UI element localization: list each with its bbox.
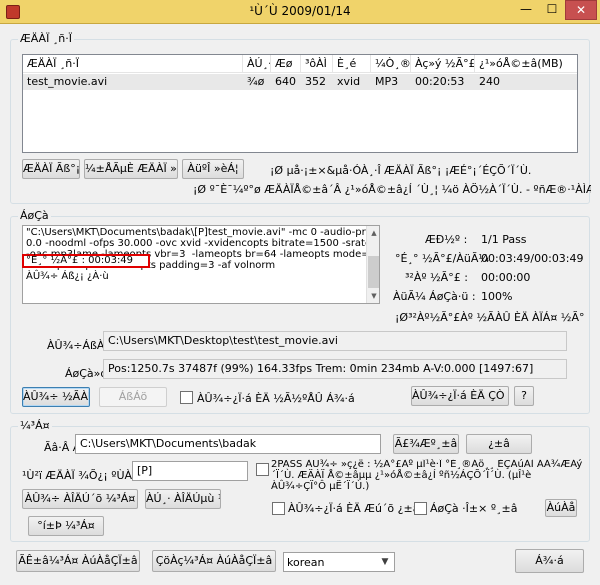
remove-selected-button[interactable]: ¼±ÅÃµÈ ÆÄÀÏ »èÁ¦ [84, 159, 178, 179]
window-title: ¹Ù´Ù 2009/01/14 [249, 4, 351, 18]
total-progress-value: 100% [481, 290, 513, 303]
col-audio[interactable]: ¼Ò¸® [371, 55, 411, 73]
progress-group-title: ÁøÇà [18, 209, 51, 222]
subtitle-encoding-button[interactable]: ÀÚ¸· ÀÎÄÚµù ¼³Á¤ [145, 489, 221, 509]
col-video[interactable]: È­¸é [333, 55, 371, 73]
elapsed-time-line: °É¸° ½Ã°£ : 00:03:49 [22, 254, 150, 268]
browse-button[interactable]: Ã£¾Æº¸±â [393, 434, 459, 454]
output-folder-field[interactable]: C:\Users\MKT\Documents\badak [75, 434, 381, 454]
col-width[interactable]: Æø [271, 55, 301, 73]
maximize-icon[interactable]: ☐ [539, 0, 565, 20]
shutdown-checkbox[interactable] [180, 391, 193, 404]
col-height[interactable]: ³ôÀÌ [301, 55, 333, 73]
elapsed-total-label: °É¸° ½Ã°£/ÀüÃ¼ [395, 252, 490, 265]
clear-all-button[interactable]: ÀüºÎ »èÁ¦ [182, 159, 244, 179]
file-list[interactable]: ÆÄÀÏ ¸ñ·Ï ÀÚ¸· Æø ³ôÀÌ È­¸é ¼Ò¸® Àç»ý ½Ã… [22, 54, 578, 153]
scroll-thumb[interactable] [368, 256, 379, 288]
drag-drop-hint: ¡Ø µå·¡±×&µå·ÓÀ¸·Î ÆÄÀÏ Ãß°¡ ¡ÆÉ°¡´ÉÇÕ´Ï… [270, 164, 532, 177]
size-estimate-hint: ¡Ø º¯È¯¼º°ø ÆÄÀÏÅ©±â´Â ¿¹»óÅ©±â¿Í ´Ù¸¦ ¼… [193, 183, 591, 196]
view-log-checkbox[interactable] [414, 502, 427, 515]
close-icon[interactable]: ✕ [565, 0, 597, 20]
col-filename[interactable]: ÆÄÀÏ ¸ñ·Ï [23, 55, 243, 73]
file-list-header: ÆÄÀÏ ¸ñ·Ï ÀÚ¸· Æø ³ôÀÌ È­¸é ¼Ò¸® Àç»ý ½Ã… [23, 55, 577, 73]
cell-height: 352 [305, 75, 326, 88]
pass-value: 1/1 Pass [481, 233, 527, 246]
cell-duration: 00:20:53 [415, 75, 465, 88]
log-scrollbar[interactable]: ▲ ▼ [366, 226, 379, 303]
exit-button[interactable]: Á¾·á [515, 549, 584, 573]
cell-audio: MP3 [375, 75, 399, 88]
status-field: Pos:1250.7s 37487f (99%) 164.33fps Trem:… [103, 359, 567, 379]
remaining-label: ³²Àº ½Ã°£ : [405, 271, 468, 284]
cell-subtitle: ¾ø [247, 75, 265, 88]
after-job-button[interactable]: ÀÛ¾÷¿Ï·á ÈÄ ÇÒ ÀÏ [411, 386, 509, 406]
language-select-value: korean [287, 556, 325, 569]
scroll-down-icon[interactable]: ▼ [367, 289, 379, 303]
open-folder-checkbox[interactable] [272, 502, 285, 515]
start-job-button[interactable]: ÀÛ¾÷ ½ÃÀÛ [22, 387, 90, 407]
remaining-time-note: ¡Ø³²Àº½Ã°£Àº ½ÃÀÛ ÈÄ ÀÏÁ¤ ½Ã°£ µÚ¿¡ ÃßÁ¤… [395, 311, 585, 324]
open-folder-button[interactable]: ¿­±â [466, 434, 532, 454]
col-subtitle[interactable]: ÀÚ¸· [243, 55, 271, 73]
add-file-button[interactable]: ÆÄÀÏ Ãß°¡ [22, 159, 80, 179]
cell-width: 640 [275, 75, 296, 88]
cell-filename: test_movie.avi [27, 75, 108, 88]
help-button[interactable]: ? [514, 386, 534, 406]
two-pass-label: 2PASS ÀÛ¾÷ »ç¿ë : ½Ã°£Àº µÎ¹è·Î °É¸®Áö¸¸… [271, 459, 583, 492]
language-select[interactable]: korean ▼ [283, 552, 395, 572]
view-log-label: ÁøÇà ·Î±× º¸±â [430, 502, 518, 515]
current-file-field: C:\Users\MKT\Desktop\test\test_movie.avi [103, 331, 567, 351]
cell-size: 240 [479, 75, 500, 88]
total-progress-label: ÀüÃ¼ ÁøÇà·ü : [393, 290, 476, 303]
prefix-field[interactable]: [P] [132, 461, 248, 481]
col-duration[interactable]: Àç»ý ½Ã°£ [411, 55, 475, 73]
elapsed-total-value: 00:03:49/00:03:49 [481, 252, 584, 265]
files-group-title: ÆÄÀÏ ¸ñ·Ï [18, 32, 75, 45]
scroll-up-icon[interactable]: ▲ [367, 226, 379, 240]
settings-group-title: ¼³Á¤ [18, 419, 52, 432]
cell-video: xvid [337, 75, 361, 88]
table-row[interactable]: test_movie.avi ¾ø 640 352 xvid MP3 00:20… [23, 74, 577, 90]
encoder-settings-button[interactable]: ÀÛ¾÷ ÀÎÄÚ´õ ¼³Á¤ [22, 489, 138, 509]
save-default-settings-button[interactable]: ÃÊ±â¼³Á¤ ÀúÀåÇÏ±â [16, 550, 140, 572]
save-current-settings-button[interactable]: ÇöÀç¼³Á¤ ÀúÀåÇÏ±â [152, 550, 276, 572]
save-settings-button[interactable]: ÀúÀå [545, 499, 577, 517]
remaining-value: 00:00:00 [481, 271, 531, 284]
pass-label: ÆÐ½º : [425, 233, 468, 246]
stop-button[interactable]: ÁßÁö [99, 387, 167, 407]
minimize-icon[interactable]: — [513, 0, 539, 20]
advanced-settings-button[interactable]: °í±Þ ¼³Á¤ [28, 516, 104, 536]
col-size[interactable]: ¿¹»óÅ©±â(MB) [475, 55, 575, 73]
open-folder-label: ÀÛ¾÷¿Ï·á ÈÄ Æú´õ ¿­±â [288, 502, 420, 515]
shutdown-label: ÀÛ¾÷¿Ï·á ÈÄ ½Ã½ºÅÛ Á¾·á [197, 392, 355, 405]
two-pass-checkbox[interactable] [256, 463, 269, 476]
chevron-down-icon: ▼ [381, 557, 389, 567]
